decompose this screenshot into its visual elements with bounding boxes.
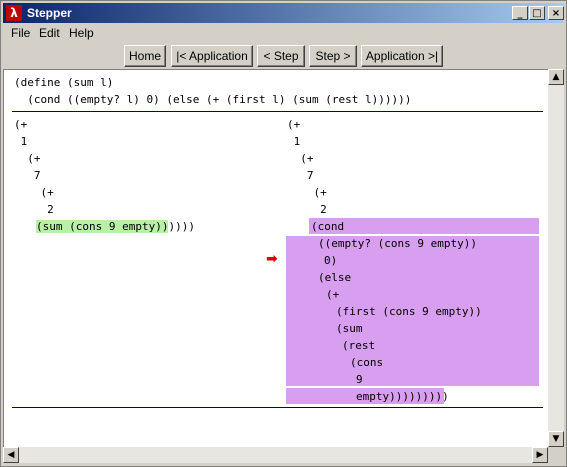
scroll-down-icon[interactable]: ▼ [548, 431, 564, 447]
menu-file[interactable]: File [11, 26, 30, 40]
vertical-scrollbar[interactable]: ▲ ▼ [548, 69, 564, 447]
right-expr-line-10: (else [318, 271, 352, 284]
right-expr-line-1: (+ [287, 118, 301, 131]
right-expr-line-6: 2 [287, 203, 327, 216]
lambda-icon: λ [6, 5, 22, 21]
separator-bottom [12, 407, 543, 408]
prev-step-button[interactable]: < Step [257, 45, 305, 67]
close-button[interactable]: × [548, 6, 564, 20]
right-expr-line-4: 7 [287, 169, 314, 182]
right-expr-line-3: (+ [287, 152, 314, 165]
size-grip[interactable] [548, 447, 564, 463]
right-expr-line-2: 1 [287, 135, 301, 148]
menu-edit[interactable]: Edit [39, 26, 60, 40]
right-expr-tail: ))) [428, 390, 449, 403]
left-expr-tail: )))) [168, 220, 195, 233]
left-expr-line-2: 1 [14, 135, 28, 148]
red-arrow-icon: ➡ [266, 251, 278, 267]
right-expr-line-5: (+ [287, 186, 327, 199]
left-expr-line-4: 7 [14, 169, 41, 182]
next-step-button[interactable]: Step > [309, 45, 357, 67]
minimize-button[interactable]: _ [512, 6, 528, 20]
toolbar: Home |< Application < Step Step > Applic… [3, 43, 564, 69]
scroll-up-icon[interactable]: ▲ [548, 69, 564, 85]
left-expr-line-7: (sum (cons 9 empty)))))) [36, 218, 195, 235]
menu-bar: File Edit Help [3, 24, 564, 42]
right-expr-line-16: 9 [356, 373, 363, 386]
maximize-button[interactable]: □ [529, 6, 545, 20]
left-expr-line-5: (+ [14, 186, 54, 199]
right-expr-line-9: 0) [324, 254, 338, 267]
stepper-pane: (define (sum l) (cond ((empty? l) 0) (el… [3, 69, 549, 448]
right-expr-highlight-end: empty)))))) [356, 390, 429, 403]
menu-help[interactable]: Help [69, 26, 94, 40]
right-expr-line-12: (first (cons 9 empty)) [336, 305, 482, 318]
window-title: Stepper [27, 6, 72, 20]
scroll-left-icon[interactable]: ◀ [3, 447, 19, 463]
left-expr-line-1: (+ [14, 118, 28, 131]
right-expr-line-8: ((empty? (cons 9 empty)) [318, 237, 477, 250]
redex-highlight: (sum (cons 9 empty)) [36, 220, 169, 233]
next-application-button[interactable]: Application >| [361, 45, 443, 67]
right-expr-line-13: (sum [336, 322, 363, 335]
separator-top [12, 111, 543, 112]
title-bar: λ Stepper _ □ × [3, 3, 564, 23]
horizontal-scrollbar[interactable]: ◀ ▶ [3, 447, 548, 463]
definition-line-1: (define (sum l) [14, 76, 114, 89]
right-expr-line-7: (cond [311, 220, 345, 233]
definition-line-2: (cond ((empty? l) 0) (else (+ (first l) … [14, 93, 412, 106]
right-expr-line-15: (cons [350, 356, 384, 369]
right-expr-line-11: (+ [326, 288, 340, 301]
left-expr-line-3: (+ [14, 152, 41, 165]
left-expr-line-6: 2 [14, 203, 54, 216]
scroll-right-icon[interactable]: ▶ [532, 447, 548, 463]
right-expr-line-17: empty))))))))) [356, 388, 449, 405]
right-expr-line-14: (rest [342, 339, 376, 352]
home-button[interactable]: Home [124, 45, 166, 67]
prev-application-button[interactable]: |< Application [171, 45, 253, 67]
stepper-window: λ Stepper _ □ × File Edit Help Home |< A… [0, 0, 567, 467]
